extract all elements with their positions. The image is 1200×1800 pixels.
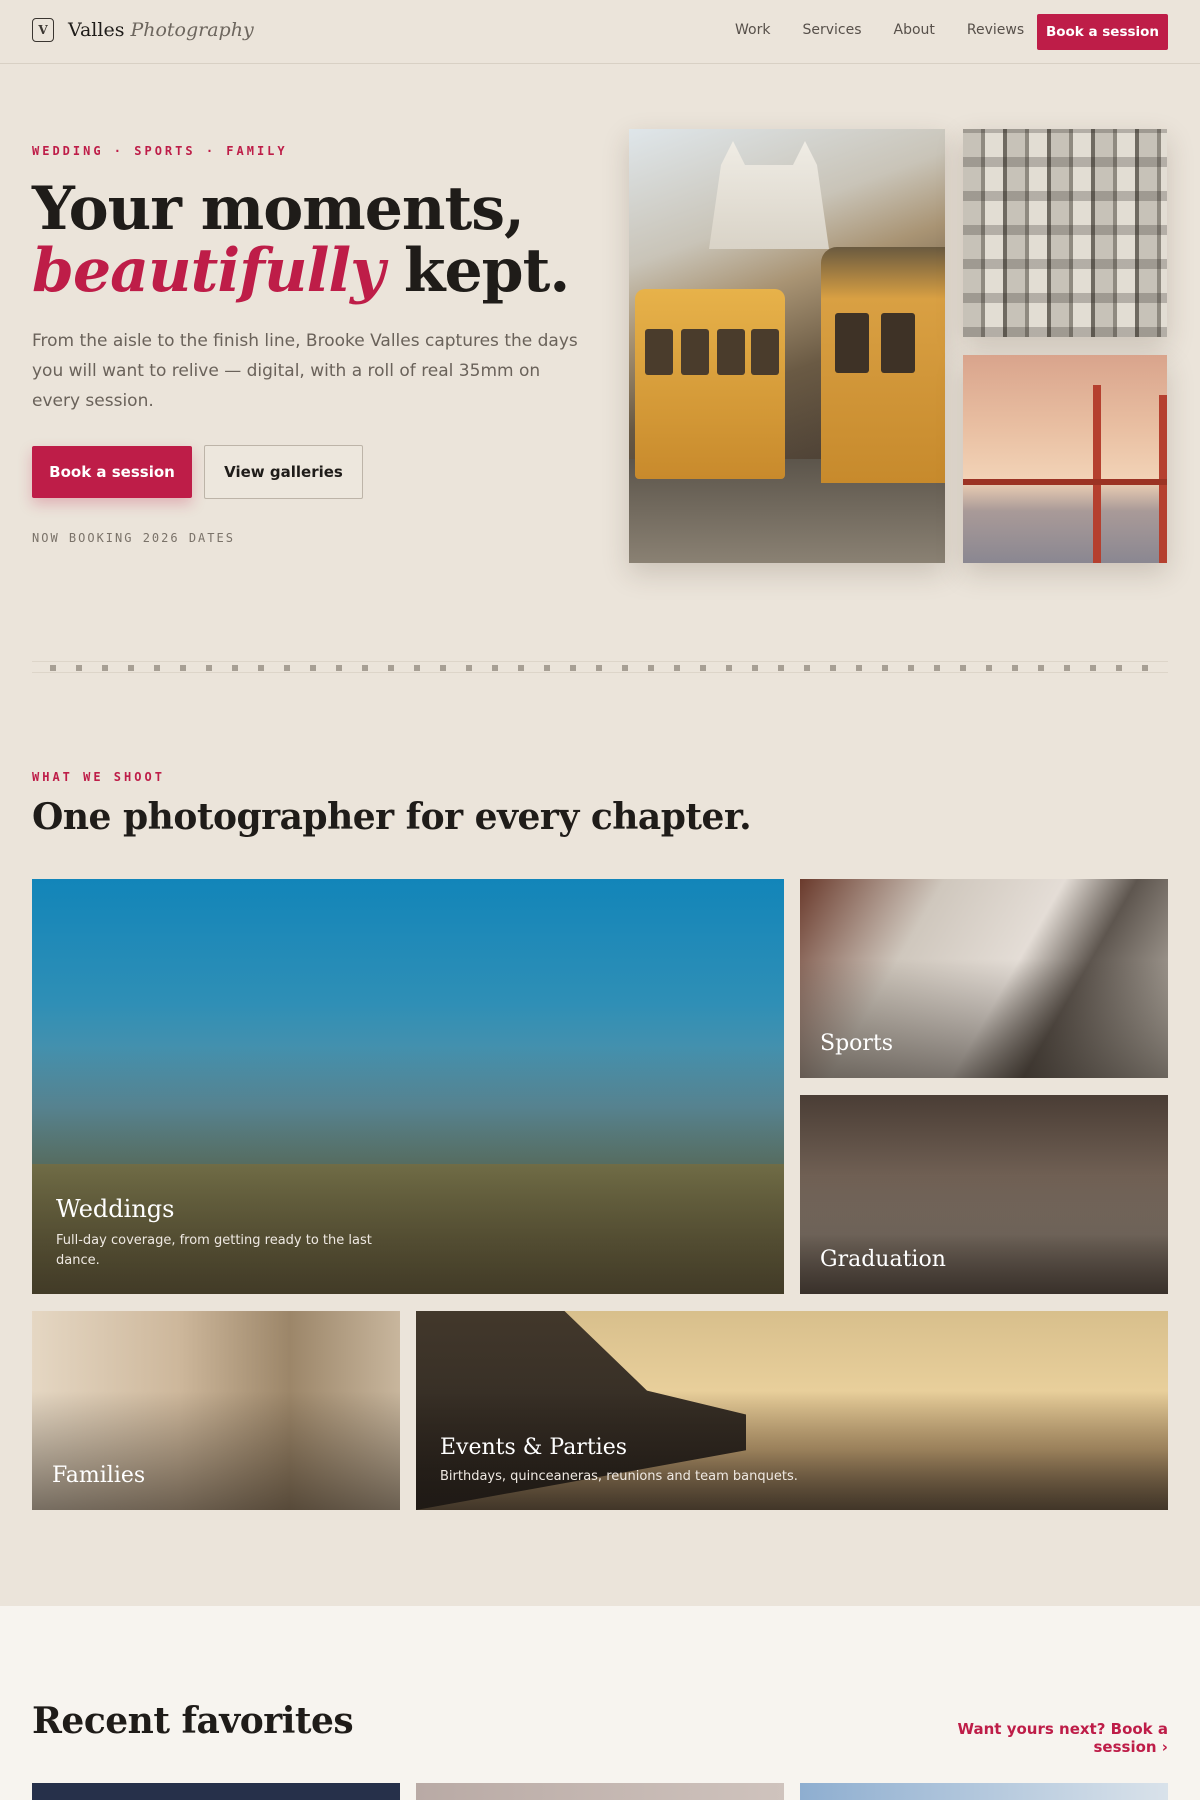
brand-name: Valles bbox=[68, 19, 125, 41]
card-title: Families bbox=[52, 1463, 146, 1488]
card-description: Birthdays, quinceaneras, reunions and te… bbox=[440, 1469, 798, 1484]
nav-link-about[interactable]: About bbox=[894, 22, 935, 38]
brand-logo[interactable]: V Valles Photography bbox=[32, 18, 254, 42]
logo-icon: V bbox=[32, 18, 54, 42]
hero-photo-city bbox=[963, 129, 1167, 337]
section-divider bbox=[32, 661, 1168, 673]
card-title: Sports bbox=[820, 1031, 894, 1056]
card-title: Weddings bbox=[56, 1195, 175, 1223]
recent-thumb-1[interactable] bbox=[32, 1783, 400, 1800]
nav-link-services[interactable]: Services bbox=[802, 22, 861, 38]
top-nav: V Valles Photography Work Services About… bbox=[0, 0, 1200, 64]
view-galleries-button[interactable]: View galleries bbox=[204, 445, 363, 499]
tram-left-shape bbox=[635, 289, 785, 479]
hero-title-line1: Your moments, bbox=[32, 174, 525, 244]
hero-photo-trams bbox=[629, 129, 945, 563]
recent-title: Recent favorites bbox=[32, 1700, 354, 1742]
nav-link-work[interactable]: Work bbox=[735, 22, 770, 38]
book-session-button[interactable]: Book a session bbox=[32, 446, 192, 498]
hero-eyebrow: WEDDING · SPORTS · FAMILY bbox=[32, 144, 288, 158]
nav-link-reviews[interactable]: Reviews bbox=[967, 22, 1024, 38]
tram-right-shape bbox=[821, 247, 945, 483]
recent-thumb-2[interactable] bbox=[416, 1783, 784, 1800]
hero-title-end: kept. bbox=[384, 236, 570, 306]
recent-book-link[interactable]: Want yours next? Book a session › bbox=[928, 1720, 1169, 1756]
service-card-graduation[interactable]: Graduation bbox=[800, 1095, 1168, 1294]
hero-photo-bridge bbox=[963, 355, 1167, 563]
booking-note: NOW BOOKING 2026 DATES bbox=[32, 531, 235, 545]
card-description: Full-day coverage, from getting ready to… bbox=[56, 1233, 372, 1268]
recent-thumb-3[interactable] bbox=[800, 1783, 1168, 1800]
hero-title: Your moments, beautifully kept. bbox=[32, 178, 570, 302]
church-shape bbox=[709, 141, 829, 249]
service-card-weddings[interactable]: Weddings Full-day coverage, from getting… bbox=[32, 879, 784, 1294]
service-card-sports[interactable]: Sports bbox=[800, 879, 1168, 1078]
hero-title-accent: beautifully bbox=[32, 236, 385, 306]
services-eyebrow: WHAT WE SHOOT bbox=[32, 770, 165, 784]
services-title: One photographer for every chapter. bbox=[32, 796, 752, 838]
service-card-families[interactable]: Families bbox=[32, 1311, 400, 1510]
brand-subtitle: Photography bbox=[130, 19, 254, 41]
nav-links: Work Services About Reviews bbox=[735, 22, 1056, 38]
card-title: Events & Parties bbox=[440, 1435, 628, 1460]
service-card-events[interactable]: Events & Parties Birthdays, quinceaneras… bbox=[416, 1311, 1168, 1510]
hero-description: From the aisle to the finish line, Brook… bbox=[32, 331, 578, 411]
card-title: Graduation bbox=[820, 1247, 946, 1272]
nav-book-button[interactable]: Book a session bbox=[1037, 14, 1168, 50]
